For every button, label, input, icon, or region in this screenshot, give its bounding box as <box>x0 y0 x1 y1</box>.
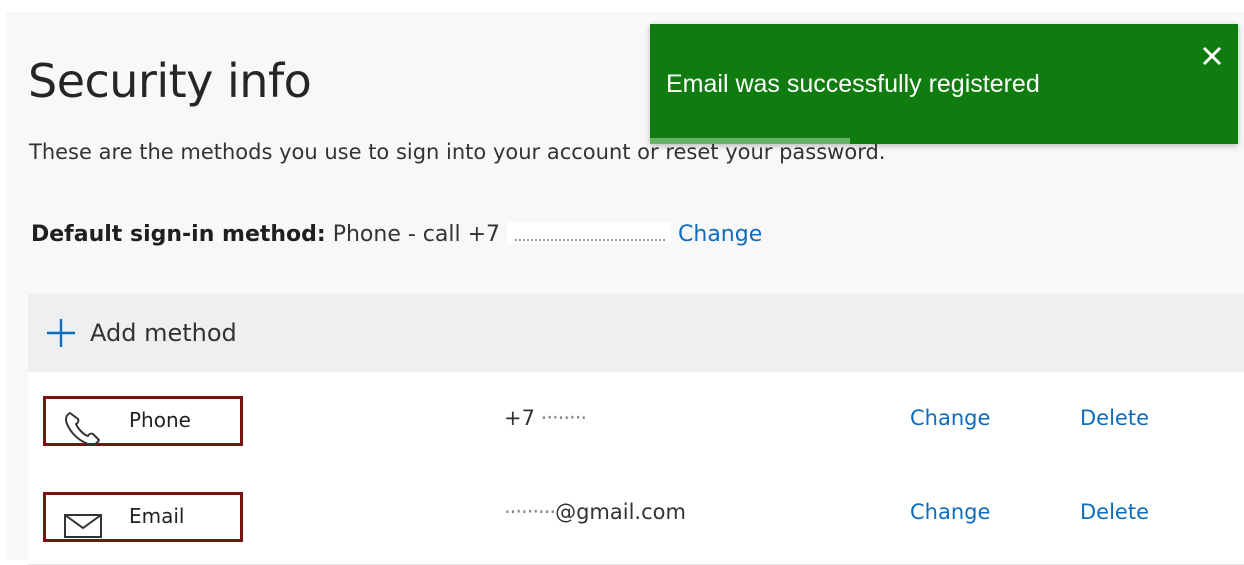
close-icon[interactable] <box>1200 44 1224 68</box>
plus-icon <box>47 319 75 347</box>
highlight-box: Email <box>43 492 243 542</box>
default-method-label: Default sign-in method: <box>31 222 326 247</box>
default-method-change-link[interactable]: Change <box>678 222 762 247</box>
redacted-phone-number <box>507 222 672 244</box>
add-method-row: Add method <box>28 294 1244 373</box>
method-value-prefix: +7 <box>504 406 535 430</box>
method-value: ··‧·‧‧···@gmail.com <box>504 500 686 524</box>
method-value-masked: ·‧‧··‧‧· <box>534 406 587 430</box>
methods-list: Add method Phone +7 ·‧‧··‧‧· Change Dele… <box>28 294 1244 565</box>
toast-progress-bar <box>650 138 850 144</box>
delete-email-link[interactable]: Delete <box>1080 500 1149 524</box>
change-phone-link[interactable]: Change <box>910 406 990 430</box>
method-row-email: Email ··‧·‧‧···@gmail.com Change Delete <box>28 468 1244 565</box>
toast-message: Email was successfully registered <box>666 70 1040 98</box>
default-sign-in-method: Default sign-in method: Phone - call +7 … <box>31 222 762 247</box>
method-value-suffix: @gmail.com <box>555 500 686 524</box>
add-method-button[interactable]: Add method <box>46 316 237 350</box>
method-name: Email <box>129 504 185 528</box>
phone-icon <box>65 412 100 446</box>
success-toast: Email was successfully registered <box>650 24 1238 144</box>
page-title: Security info <box>28 54 312 108</box>
add-method-label: Add method <box>90 319 237 347</box>
default-method-value: Phone - call +7 <box>332 222 501 247</box>
method-name: Phone <box>129 408 191 432</box>
method-value-masked: ··‧·‧‧··· <box>504 500 556 524</box>
method-row-phone: Phone +7 ·‧‧··‧‧· Change Delete <box>28 372 1244 469</box>
delete-phone-link[interactable]: Delete <box>1080 406 1149 430</box>
mail-icon <box>64 514 102 538</box>
highlight-box: Phone <box>43 396 243 446</box>
method-value: +7 ·‧‧··‧‧· <box>504 406 587 430</box>
change-email-link[interactable]: Change <box>910 500 990 524</box>
